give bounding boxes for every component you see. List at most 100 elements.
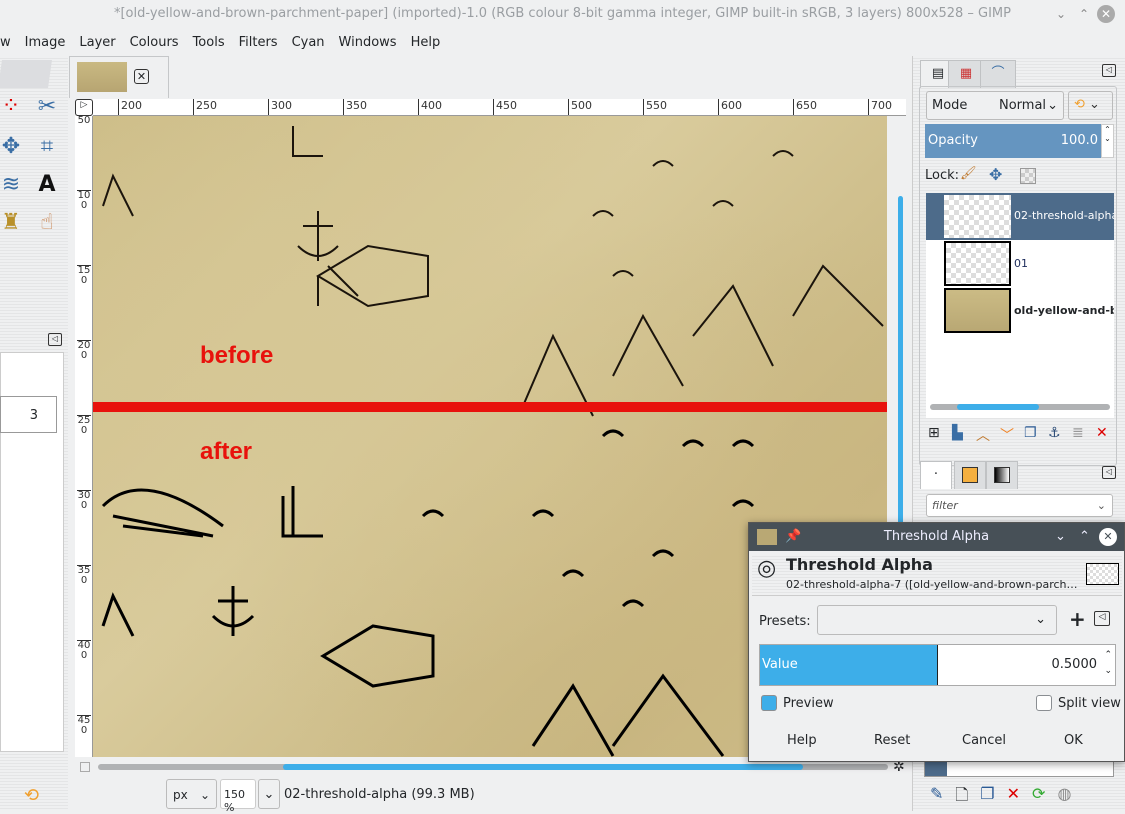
dialog-titlebar[interactable]: Threshold Alpha 📌 ⌄ ⌃ ✕ <box>749 523 1124 551</box>
scissors-icon[interactable]: ✂ <box>32 92 62 122</box>
layer-row[interactable]: 01 <box>926 240 1114 287</box>
quick-mask-toggle[interactable] <box>80 762 90 772</box>
mode-select[interactable]: Mode Normal ⌄ <box>926 91 1064 120</box>
menu-image[interactable]: Image <box>18 31 73 55</box>
after-tent <box>320 624 435 688</box>
menu-help[interactable]: Help <box>404 31 448 55</box>
horizontal-scrollbar-thumb[interactable] <box>283 764 803 770</box>
zoom-value: 150 % <box>224 788 245 814</box>
split-view-checkbox[interactable] <box>1036 695 1052 711</box>
menu-filters[interactable]: Filters <box>232 31 285 55</box>
panel-menu-icon[interactable]: ◁ <box>48 333 62 346</box>
dialog-minimize-button[interactable]: ⌄ <box>1055 523 1066 551</box>
hill-drawings <box>292 126 794 277</box>
zoom-input[interactable]: 150 % <box>220 779 256 814</box>
filter-input[interactable]: filter ⌄ <box>926 494 1113 517</box>
tab-brushes[interactable]: · <box>920 461 952 489</box>
pin-icon[interactable]: 📌 <box>785 523 801 551</box>
clone-tool-icon[interactable]: ♜ <box>0 208 26 238</box>
crop-tool-icon[interactable]: ⌗ <box>32 132 62 162</box>
tab-patterns[interactable] <box>954 461 986 489</box>
reset-icon[interactable]: ⟲ <box>24 785 39 806</box>
tab-paths[interactable]: ⌒ <box>980 60 1016 88</box>
ok-button[interactable]: OK <box>1064 733 1083 748</box>
duplicate-layer-icon[interactable]: ❐ <box>1024 425 1040 445</box>
refresh-brushes-icon[interactable]: ⟳ <box>1032 784 1045 811</box>
text-tool-icon[interactable]: A <box>32 170 62 200</box>
new-brush-icon[interactable]: 🗋 <box>955 784 968 811</box>
ruler-tick-label: 600 <box>718 99 742 115</box>
menu-cyan[interactable]: Cyan <box>285 31 332 55</box>
delete-brush-icon[interactable]: ✕ <box>1007 784 1020 811</box>
color-select-icon[interactable]: ⁘ <box>0 92 26 122</box>
layer-row-selected[interactable]: 02-threshold-alpha <box>926 193 1114 240</box>
status-info: 02-threshold-alpha (99.3 MB) <box>284 787 475 802</box>
menu-windows[interactable]: Windows <box>332 31 404 55</box>
opacity-slider[interactable]: Opacity 100.0 <box>925 124 1101 158</box>
warp-tool-icon[interactable]: ≋ <box>0 170 26 200</box>
lock-alpha-icon[interactable] <box>1020 168 1036 184</box>
lower-layer-icon[interactable]: ﹀ <box>1000 425 1016 445</box>
raise-layer-icon[interactable]: ︿ <box>976 425 992 445</box>
zoom-dropdown[interactable]: ⌄ <box>258 779 280 809</box>
layer-row[interactable]: old-yellow-and-brown-parchment-paper <box>926 287 1114 334</box>
horizontal-ruler[interactable]: 200 250 300 350 400 450 500 550 600 650 700 <box>93 99 906 116</box>
ruler-tick-label: 500 <box>568 99 592 115</box>
help-button[interactable]: Help <box>787 733 817 748</box>
new-layer-icon[interactable]: ▙ <box>952 425 968 445</box>
layers-hscrollbar[interactable] <box>930 404 1110 410</box>
presets-select[interactable]: ⌄ <box>817 605 1057 635</box>
merge-layer-icon[interactable]: ≣ <box>1072 425 1088 445</box>
layers-hscrollbar-thumb[interactable] <box>957 404 1039 410</box>
ruler-tick-label: 250 <box>193 99 217 115</box>
unit-value: px <box>173 788 188 802</box>
tab-channels[interactable]: ▦ <box>948 60 984 88</box>
dialog-close-button[interactable]: ✕ <box>1099 528 1117 546</box>
unit-select[interactable]: px ⌄ <box>166 779 217 809</box>
tab-gradients[interactable] <box>986 461 1018 489</box>
tree-drawing <box>102 173 134 217</box>
brushes-panel-menu-icon[interactable]: ◁ <box>1102 466 1116 479</box>
value-slider[interactable]: Value 0.5000 ⌃ ⌄ <box>759 644 1116 686</box>
layer-thumbnail <box>944 195 1011 238</box>
preview-checkbox[interactable] <box>761 695 777 711</box>
new-layer-group-icon[interactable]: ⊞ <box>928 425 944 445</box>
delete-layer-icon[interactable]: ✕ <box>1096 425 1112 445</box>
maximize-button[interactable]: ⌃ <box>1075 5 1093 23</box>
dialog-maximize-button[interactable]: ⌃ <box>1079 523 1090 551</box>
ruler-tick-label: 650 <box>793 99 817 115</box>
close-window-button[interactable]: ✕ <box>1097 5 1115 23</box>
after-drawings <box>101 429 755 757</box>
navigate-menu-button[interactable]: ▷ <box>75 99 93 116</box>
edit-brush-icon[interactable]: ✎ <box>930 784 943 811</box>
ruler-tick-label: 400 <box>418 99 442 115</box>
lock-pixels-icon[interactable]: 🖌 <box>960 166 977 181</box>
value-spin-buttons[interactable]: ⌃ ⌄ <box>1104 647 1112 679</box>
layers-panel-menu-icon[interactable]: ◁ <box>1102 64 1116 77</box>
menu-tools[interactable]: Tools <box>186 31 232 55</box>
image-tab[interactable]: ✕ <box>69 56 169 98</box>
presets-menu-button[interactable]: ◁ <box>1094 611 1110 626</box>
menu-colours[interactable]: Colours <box>123 31 186 55</box>
opacity-spin-buttons[interactable]: ⌃ ⌄ <box>1101 124 1114 158</box>
reset-button[interactable]: Reset <box>874 733 910 748</box>
menu-view[interactable]: w <box>0 31 18 55</box>
cancel-button[interactable]: Cancel <box>962 733 1006 748</box>
anchor-layer-icon[interactable]: ⚓ <box>1048 425 1064 445</box>
tent-drawing <box>316 244 429 308</box>
tool-option-spinner[interactable]: 3 <box>0 396 57 433</box>
add-preset-button[interactable]: + <box>1069 607 1086 631</box>
duplicate-brush-icon[interactable]: ❐ <box>980 784 994 811</box>
move-tool-icon[interactable]: ✥ <box>0 132 26 162</box>
vertical-ruler[interactable]: 50 100 150 200 250 300 350 400 450 <box>75 115 93 757</box>
ruler-tick-label: 450 <box>493 99 517 115</box>
smudge-tool-icon[interactable]: ☝ <box>32 208 62 238</box>
horizontal-scrollbar[interactable] <box>98 764 888 770</box>
close-tab-icon[interactable]: ✕ <box>134 69 149 84</box>
composite-mode-select[interactable]: ⟲ ⌄ <box>1068 91 1113 120</box>
minimize-button[interactable]: ⌄ <box>1052 5 1070 23</box>
layer-thumbnail <box>944 241 1011 286</box>
menu-layer[interactable]: Layer <box>72 31 122 55</box>
lock-position-icon[interactable]: ✥ <box>989 165 1002 184</box>
open-brush-as-image-icon[interactable]: ◍ <box>1057 784 1071 811</box>
